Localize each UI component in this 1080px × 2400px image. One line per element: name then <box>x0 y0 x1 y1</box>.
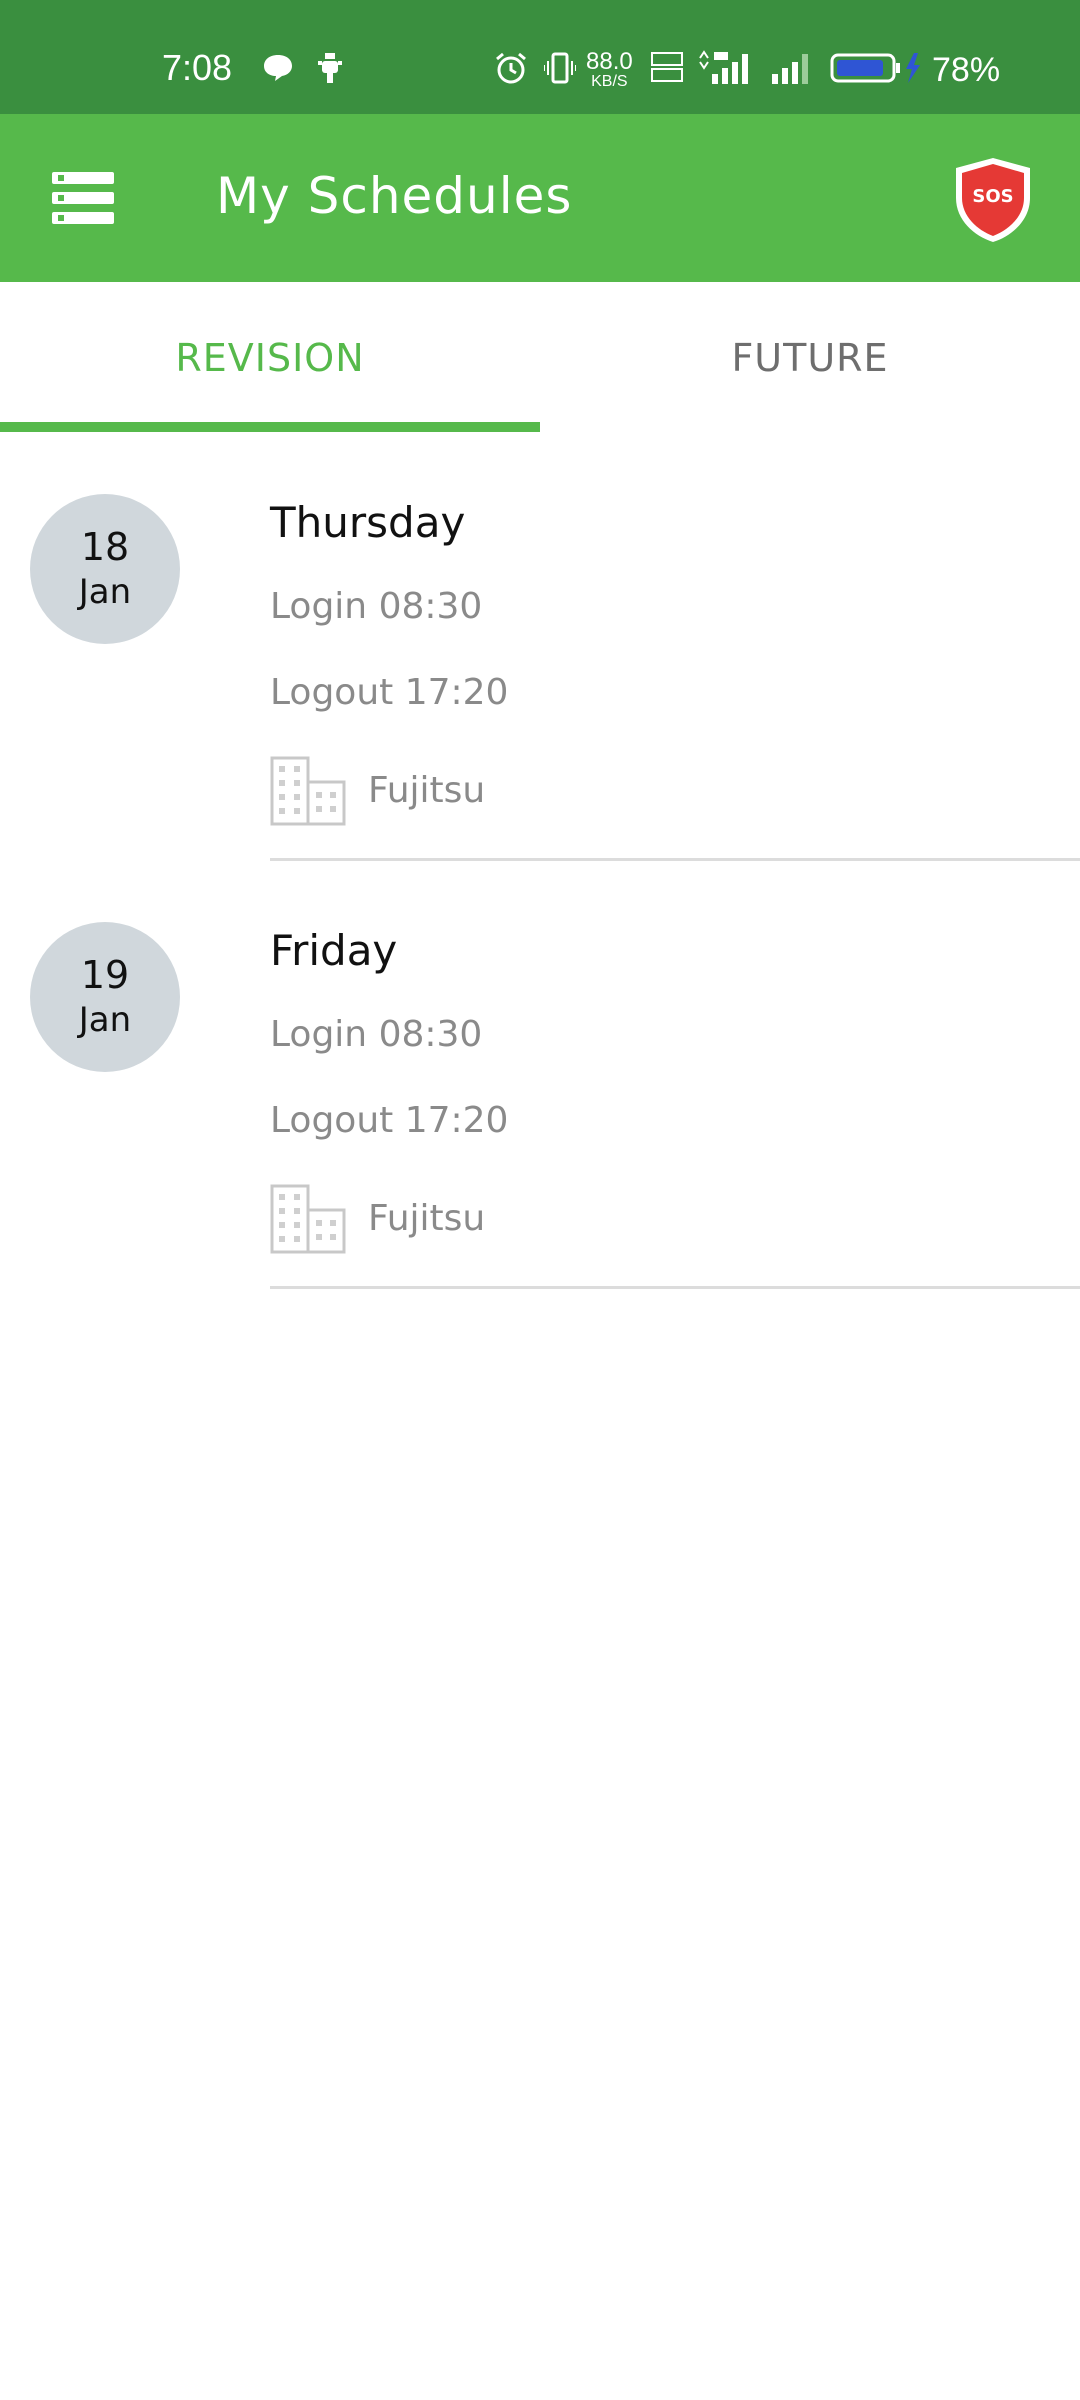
signal-icon <box>770 52 814 84</box>
logout-time: Logout 17:20 <box>270 672 509 713</box>
sos-shield-icon: SOS <box>956 158 1030 242</box>
building-icon <box>270 1182 346 1254</box>
weekday-label: Friday <box>270 926 398 975</box>
schedule-item[interactable]: 19 Jan Friday Login 08:30 Logout 17:20 F… <box>0 862 1080 1290</box>
divider <box>270 1286 1080 1289</box>
vibrate-icon <box>544 52 576 84</box>
app-bar: My Schedules SOS <box>0 114 1080 282</box>
login-time: Login 08:30 <box>270 586 483 627</box>
signal-5g-icon <box>698 50 760 84</box>
date-day: 19 <box>80 953 130 997</box>
battery-percent: 78% <box>932 51 1001 89</box>
date-badge: 18 Jan <box>30 494 180 644</box>
menu-button[interactable] <box>52 172 114 224</box>
chat-icon <box>262 52 294 84</box>
volte-icon <box>650 52 686 84</box>
schedule-list: 18 Jan Thursday Login 08:30 Logout 17:20… <box>0 434 1080 1290</box>
company-name: Fujitsu <box>368 770 486 811</box>
date-month: Jan <box>78 572 132 612</box>
schedule-item[interactable]: 18 Jan Thursday Login 08:30 Logout 17:20… <box>0 434 1080 862</box>
login-time: Login 08:30 <box>270 1014 483 1055</box>
date-month: Jan <box>78 1000 132 1040</box>
tab-future[interactable]: FUTURE <box>540 282 1080 434</box>
sos-button[interactable]: SOS <box>950 154 1036 246</box>
company-name: Fujitsu <box>368 1198 486 1239</box>
tab-bar: REVISION FUTURE <box>0 282 1080 434</box>
building-icon <box>270 754 346 826</box>
alarm-icon <box>494 52 528 84</box>
divider <box>270 858 1080 861</box>
date-badge: 19 Jan <box>30 922 180 1072</box>
tab-indicator <box>0 422 540 432</box>
network-speed: 88.0 KB/S <box>586 48 633 90</box>
svg-text:SOS: SOS <box>972 186 1013 207</box>
scooter-notification-icon <box>316 52 344 84</box>
status-bar: 7:08 88.0 KB/S 78% <box>0 0 1080 114</box>
weekday-label: Thursday <box>270 498 466 547</box>
date-day: 18 <box>80 525 130 569</box>
tab-revision[interactable]: REVISION <box>0 282 540 434</box>
page-title: My Schedules <box>216 167 573 225</box>
battery-icon <box>830 52 926 84</box>
logout-time: Logout 17:20 <box>270 1100 509 1141</box>
status-time: 7:08 <box>162 47 233 88</box>
